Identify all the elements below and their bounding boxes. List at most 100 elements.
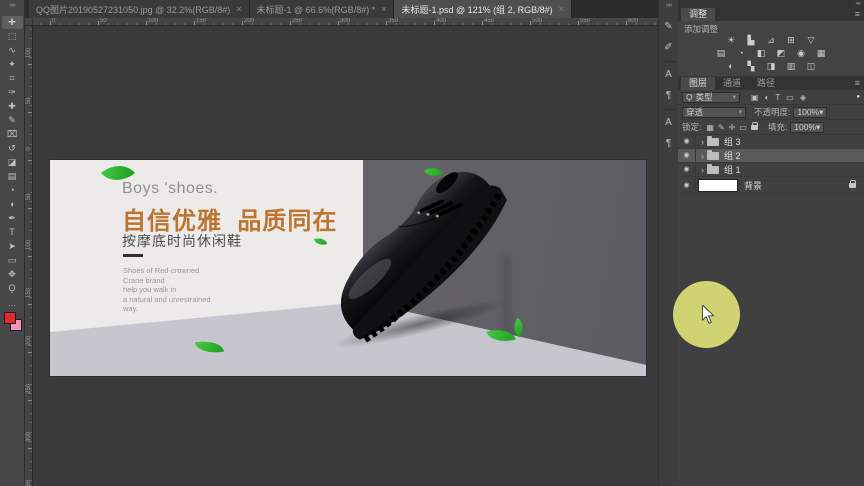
layer-row[interactable]: ◉ › 组 3 (678, 135, 864, 149)
canvas-pasteboard[interactable]: Boys 'shoes. 自信优雅 品质同在 按摩底时尚休闲鞋 Shoes of… (25, 26, 658, 486)
photo-filter-icon[interactable]: ◩ (773, 47, 789, 60)
layer-row[interactable]: ◉ › 组 1 (678, 163, 864, 177)
layer-row[interactable]: ◉ 背景 (678, 177, 864, 194)
adjustments-menu-icon[interactable]: ≡ (855, 8, 860, 21)
shape-tool[interactable]: ▭ (2, 254, 23, 267)
document-tab[interactable]: 未标题-1 @ 66.6%(RGB/8#) * × (249, 0, 395, 18)
strip-collapse-icon[interactable]: »» (659, 0, 678, 14)
filter-type-layers-icon[interactable]: T (775, 93, 780, 102)
document-tab[interactable]: 未标题-1.psd @ 121% (组 2, RGB/8#) × (394, 0, 572, 18)
brush-presets-panel-icon[interactable]: ✐ (661, 40, 677, 56)
character-panel-icon[interactable]: A (661, 67, 677, 83)
tab-layers[interactable]: 图层 (681, 77, 716, 90)
layers-menu-icon[interactable]: ≡ (855, 77, 860, 90)
hue-saturation-icon[interactable]: ▤ (713, 47, 729, 60)
paragraph-panel-icon[interactable]: ¶ (661, 88, 677, 104)
lock-label: 锁定: (682, 122, 702, 132)
toolbar-collapse-icon[interactable]: »» (0, 0, 24, 16)
type-tool[interactable]: T (2, 226, 23, 239)
path-selection-tool[interactable]: ➤ (2, 240, 23, 253)
selective-color-icon[interactable]: ◫ (803, 60, 819, 73)
tab-close-icon[interactable]: × (236, 4, 241, 14)
lock-pixels-icon[interactable]: ✎ (718, 123, 725, 132)
document-tab[interactable]: QQ图片20190527231050.jpg @ 32.2%(RGB/8#) × (29, 0, 250, 18)
dock-header: »» (678, 0, 864, 8)
history-brush-tool[interactable]: ↺ (2, 142, 23, 155)
zoom-tool[interactable]: Ϙ (2, 282, 23, 295)
brush-tool[interactable]: ✎ (2, 114, 23, 127)
marquee-tool[interactable]: ⬚ (2, 30, 23, 43)
visibility-eye-icon[interactable]: ◉ (678, 135, 696, 148)
curves-icon[interactable]: ⊿ (763, 34, 779, 47)
ruler-label: 150 (26, 288, 32, 299)
paragraph-styles-panel-icon[interactable]: ¶ (661, 136, 677, 152)
brightness-contrast-icon[interactable]: ☀ (723, 34, 739, 47)
crop-tool[interactable]: ⌗ (2, 72, 23, 85)
visibility-eye-icon[interactable]: ◉ (678, 149, 696, 162)
dodge-tool[interactable]: ◖ (2, 198, 23, 211)
ruler-tick (626, 21, 627, 25)
foreground-color-swatch[interactable] (4, 312, 16, 324)
lock-position-icon[interactable]: ✛ (729, 123, 736, 132)
tab-close-icon[interactable]: × (381, 4, 386, 14)
tab-adjustments[interactable]: 调整 (681, 8, 716, 21)
blur-tool[interactable]: ◔ (2, 184, 23, 197)
filter-pixel-layers-icon[interactable]: ▣ (751, 93, 759, 102)
move-tool[interactable]: ✛ (1, 16, 23, 29)
levels-icon[interactable]: ▙ (743, 34, 759, 47)
threshold-icon[interactable]: ◨ (763, 60, 779, 73)
vibrance-icon[interactable]: ▽ (803, 34, 819, 47)
exposure-icon[interactable]: ⊞ (783, 34, 799, 47)
tab-close-icon[interactable]: × (559, 4, 564, 14)
ruler-tick (578, 21, 579, 25)
document-canvas[interactable]: Boys 'shoes. 自信优雅 品质同在 按摩底时尚休闲鞋 Shoes of… (50, 160, 646, 376)
color-lookup-icon[interactable]: ▦ (813, 47, 829, 60)
channel-mixer-icon[interactable]: ◉ (793, 47, 809, 60)
filter-shape-layers-icon[interactable]: ▭ (786, 93, 794, 102)
magic-wand-tool[interactable]: ✦ (2, 58, 23, 71)
pen-tool[interactable]: ✒ (2, 212, 23, 225)
fill-value-box[interactable]: 100% ▾ (790, 121, 825, 133)
group-expander-icon[interactable]: › (701, 165, 704, 175)
layer-row[interactable]: ◉ › 组 2 (678, 149, 864, 163)
layer-thumbnail[interactable] (698, 178, 738, 192)
adjustments-tab-row: 调整 ≡ (678, 8, 864, 21)
visibility-eye-icon[interactable]: ◉ (678, 177, 696, 193)
character-styles-panel-icon[interactable]: A (661, 115, 677, 131)
fill-value: 100% (794, 122, 817, 132)
blend-mode-select[interactable]: 穿透 ▾ (682, 106, 746, 118)
edit-toolbar-icon[interactable]: ⋯ (0, 301, 24, 310)
group-expander-icon[interactable]: › (701, 137, 704, 147)
tab-paths[interactable]: 路径 (749, 77, 783, 90)
opacity-value-box[interactable]: 100% ▾ (793, 106, 828, 118)
clone-stamp-tool[interactable]: ⌧ (2, 128, 23, 141)
posterize-icon[interactable]: ▚ (743, 60, 759, 73)
visibility-eye-icon[interactable]: ◉ (678, 163, 696, 176)
invert-icon[interactable]: ◐ (723, 60, 739, 73)
eraser-tool[interactable]: ◪ (2, 156, 23, 169)
lasso-tool[interactable]: ∿ (2, 44, 23, 57)
ruler-label: 350 (26, 480, 32, 486)
lock-all-icon[interactable] (750, 121, 758, 130)
tab-channels[interactable]: 通道 (715, 77, 749, 90)
gradient-map-icon[interactable]: ▥ (783, 60, 799, 73)
hand-tool[interactable]: ✥ (2, 268, 23, 281)
layer-filter-kind-select[interactable]: Ϙ 类型 ▾ (682, 91, 740, 103)
lock-artboard-icon[interactable]: ▭ (739, 123, 747, 132)
filter-pin-icon[interactable]: ● (856, 94, 860, 100)
ruler-tick (136, 23, 138, 25)
filter-adjustment-layers-icon[interactable]: ◐ (765, 93, 770, 102)
dock-collapse-icon[interactable]: »» (855, 1, 861, 7)
healing-brush-tool[interactable]: ✚ (2, 100, 23, 113)
color-balance-icon[interactable]: ◔ (733, 47, 749, 60)
ruler-tick (568, 23, 570, 25)
layer-lock-icon (849, 179, 856, 188)
eyedropper-tool[interactable]: ✑ (2, 86, 23, 99)
lock-transparency-icon[interactable]: ▦ (706, 123, 714, 132)
group-expander-icon[interactable]: › (701, 151, 704, 161)
filter-smart-objects-icon[interactable]: ◈ (800, 93, 806, 102)
brush-panel-icon[interactable]: ✎ (661, 19, 677, 35)
gradient-tool[interactable]: ▤ (2, 170, 23, 183)
ruler-tick (482, 21, 483, 25)
black-white-icon[interactable]: ◧ (753, 47, 769, 60)
